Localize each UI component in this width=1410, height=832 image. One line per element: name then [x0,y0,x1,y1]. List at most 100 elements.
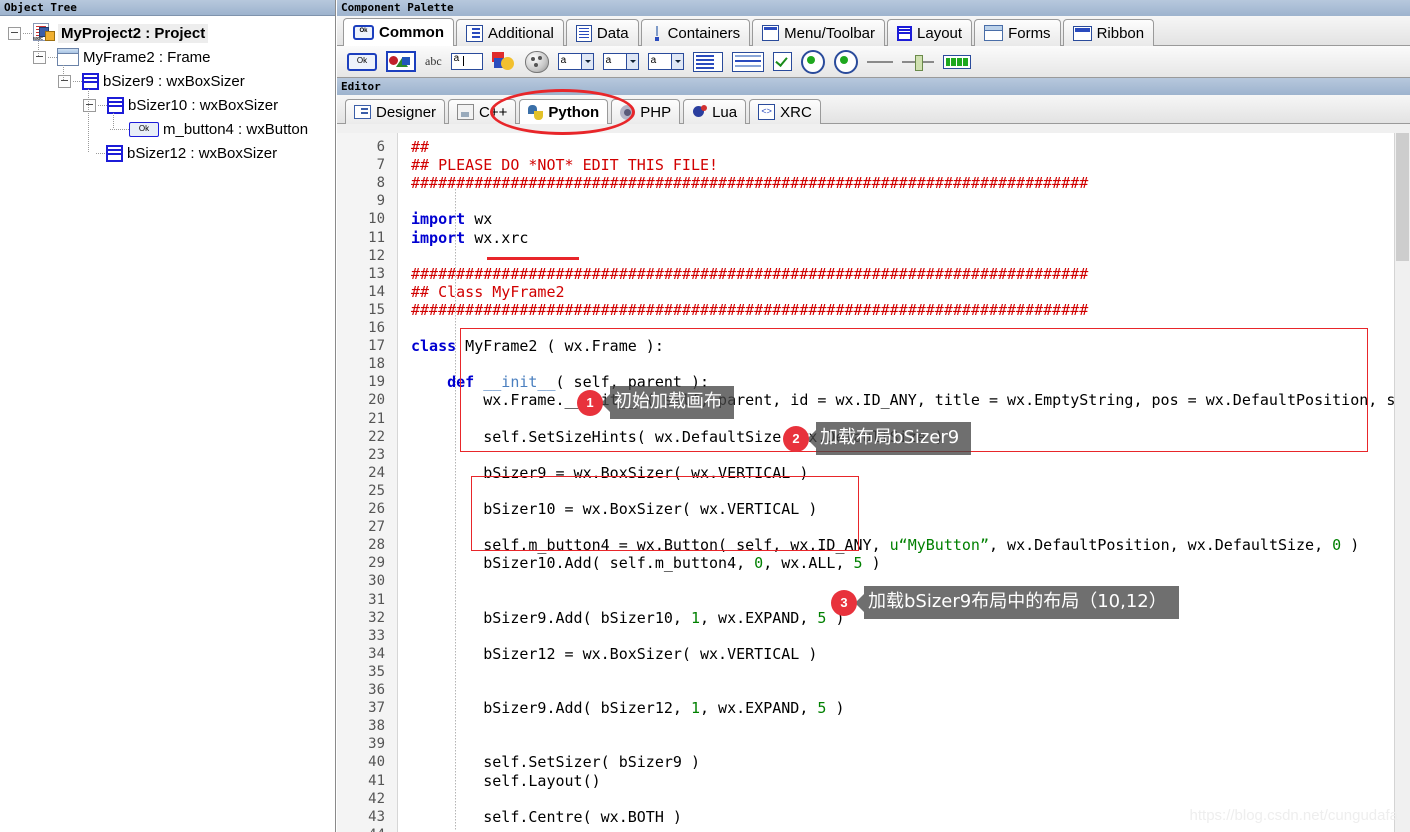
palette-tab-forms[interactable]: Forms [974,19,1061,46]
tree-item-myproject2[interactable]: wxrc MyProject2 : Project [0,21,335,45]
code-line: 39 [337,735,1410,753]
palette-tab-label: Common [379,24,444,41]
wxcheckbox-tool[interactable] [772,52,792,71]
object-tree-body[interactable]: wxrc MyProject2 : Project MyFrame2 : Fra… [0,16,335,832]
palette-tab-data[interactable]: Data [565,19,639,46]
component-palette-tabs[interactable]: Ok Common Additional Data Containers Men… [337,16,1410,46]
line-number: 21 [368,410,385,427]
tab-xrc[interactable]: <> XRC [749,99,821,124]
line-number: 19 [368,374,385,391]
wxtogglebutton-tool[interactable] [833,49,858,74]
line-number: 42 [368,790,385,807]
line-number: 35 [368,663,385,680]
tree-item-label: bSizer9 : wxBoxSizer [103,72,245,90]
code-line: 18 [337,355,1410,373]
form-window-icon [984,25,1004,41]
tree-item-label: MyProject2 : Project [58,23,209,43]
line-number: 36 [368,682,385,698]
code-line: 27 [337,518,1410,536]
line-number: 43 [368,808,385,825]
wxradiobutton-tool[interactable] [800,49,825,74]
line-number: 25 [368,482,385,499]
wxbitmapcombobox-tool[interactable]: a [647,53,684,70]
tree-item-label: bSizer12 : wxBoxSizer [127,144,278,162]
line-number: 31 [368,591,385,608]
tree-item-m-button4[interactable]: Ok m_button4 : wxButton [0,117,335,141]
editor-tabs[interactable]: Designer C++ Python PHP Lua <> XRC [337,89,1410,135]
code-text: self.m_button4 = wx.Button( self, wx.ID_… [411,536,1360,555]
code-text: bSizer10 = wx.BoxSizer( wx.VERTICAL ) [411,500,818,518]
palette-tab-label: Layout [917,24,963,42]
palette-tab-label: Forms [1008,24,1051,42]
wxstaticline-tool[interactable] [866,60,893,63]
code-text: ########################################… [411,174,1089,193]
wxchecklistbox-tool[interactable] [731,51,764,72]
code-line: 34 bSizer12 = wx.BoxSizer( wx.VERTICAL ) [337,645,1410,663]
wxstatictext-tool[interactable]: abc [425,54,442,69]
code-text: import wx.xrc [411,228,529,247]
code-line: 6 ## [337,138,1410,156]
code-line: 40 self.SetSizer( bSizer9 ) [337,753,1410,771]
wxanimationctrl-tool[interactable] [524,50,549,73]
expander-icon[interactable] [83,98,96,112]
tree-item-bsizer9[interactable]: bSizer9 : wxBoxSizer [0,69,335,93]
wxslider-tool[interactable] [901,54,934,71]
expander-icon[interactable] [33,50,46,64]
wxgauge-tool[interactable] [942,54,971,69]
tab-python[interactable]: Python [519,99,609,124]
tab-designer[interactable]: Designer [345,99,446,124]
wxbutton-tool[interactable]: Ok [347,52,377,71]
line-number: 14 [368,283,385,300]
menubar-icon [762,25,780,41]
palette-tab-additional[interactable]: Additional [456,19,564,46]
code-line: 41 self.Layout() [337,772,1410,790]
palette-tab-layout[interactable]: Layout [887,19,973,46]
code-text: ########################################… [411,264,1089,283]
ribbon-icon [1072,25,1092,41]
code-text: ## PLEASE DO *NOT* EDIT THIS FILE! [411,156,719,175]
editor-tab-label: Designer [376,103,437,121]
wxcombobox-tool[interactable]: a [557,53,594,70]
line-number: 17 [368,338,385,355]
editor-tab-label: XRC [780,103,812,121]
palette-tab-common[interactable]: Ok Common [343,18,454,46]
editor-vertical-scrollbar[interactable] [1394,133,1410,832]
code-text: self.Centre( wx.BOTH ) [411,807,682,826]
code-text: class MyFrame2 ( wx.Frame ): [411,337,664,356]
scrollbar-thumb[interactable] [1396,133,1409,261]
wxchoice-tool[interactable]: a [602,53,639,70]
code-text: self.SetSizer( bSizer9 ) [411,753,700,772]
tab-cpp[interactable]: C++ [448,99,517,124]
code-line: 36 [337,681,1410,699]
line-number: 15 [368,301,385,318]
expander-icon[interactable] [8,26,21,40]
tab-lua[interactable]: Lua [683,99,747,124]
palette-tab-ribbon[interactable]: Ribbon [1062,19,1155,46]
wxtextctrl-tool[interactable] [450,53,483,70]
code-line: 9 [337,192,1410,210]
code-line: 42 [337,790,1410,808]
php-icon [620,104,636,120]
line-number: 10 [368,211,385,228]
line-number: 13 [368,265,385,282]
expander-icon[interactable] [58,74,71,88]
line-number: 8 [376,175,385,192]
wxlistbox-tool[interactable] [692,51,723,72]
line-number: 24 [368,464,385,481]
editor-tab-label: PHP [640,103,672,121]
button-icon: Ok [129,121,159,137]
tree-item-bsizer10[interactable]: bSizer10 : wxBoxSizer [0,93,335,117]
line-number: 40 [368,754,385,771]
tree-item-myframe2[interactable]: MyFrame2 : Frame [0,45,335,69]
tree-item-bsizer12[interactable]: bSizer12 : wxBoxSizer [0,141,335,165]
palette-tab-containers[interactable]: Containers [640,19,751,46]
wxbitmapbutton-tool[interactable] [386,51,416,72]
tab-php[interactable]: PHP [611,99,681,124]
tree-guide-line [113,113,114,129]
tree-connector [48,56,57,58]
tree-guide-line [88,89,89,153]
palette-tab-menu-toolbar[interactable]: Menu/Toolbar [752,19,886,46]
component-palette-toolbar[interactable]: Ok abc a a a [337,46,1410,78]
wxstaticbitmap-tool[interactable] [491,51,516,72]
code-editor[interactable]: 6 ## 7 ## PLEASE DO *NOT* EDIT THIS FILE! 8 #… [337,133,1410,832]
